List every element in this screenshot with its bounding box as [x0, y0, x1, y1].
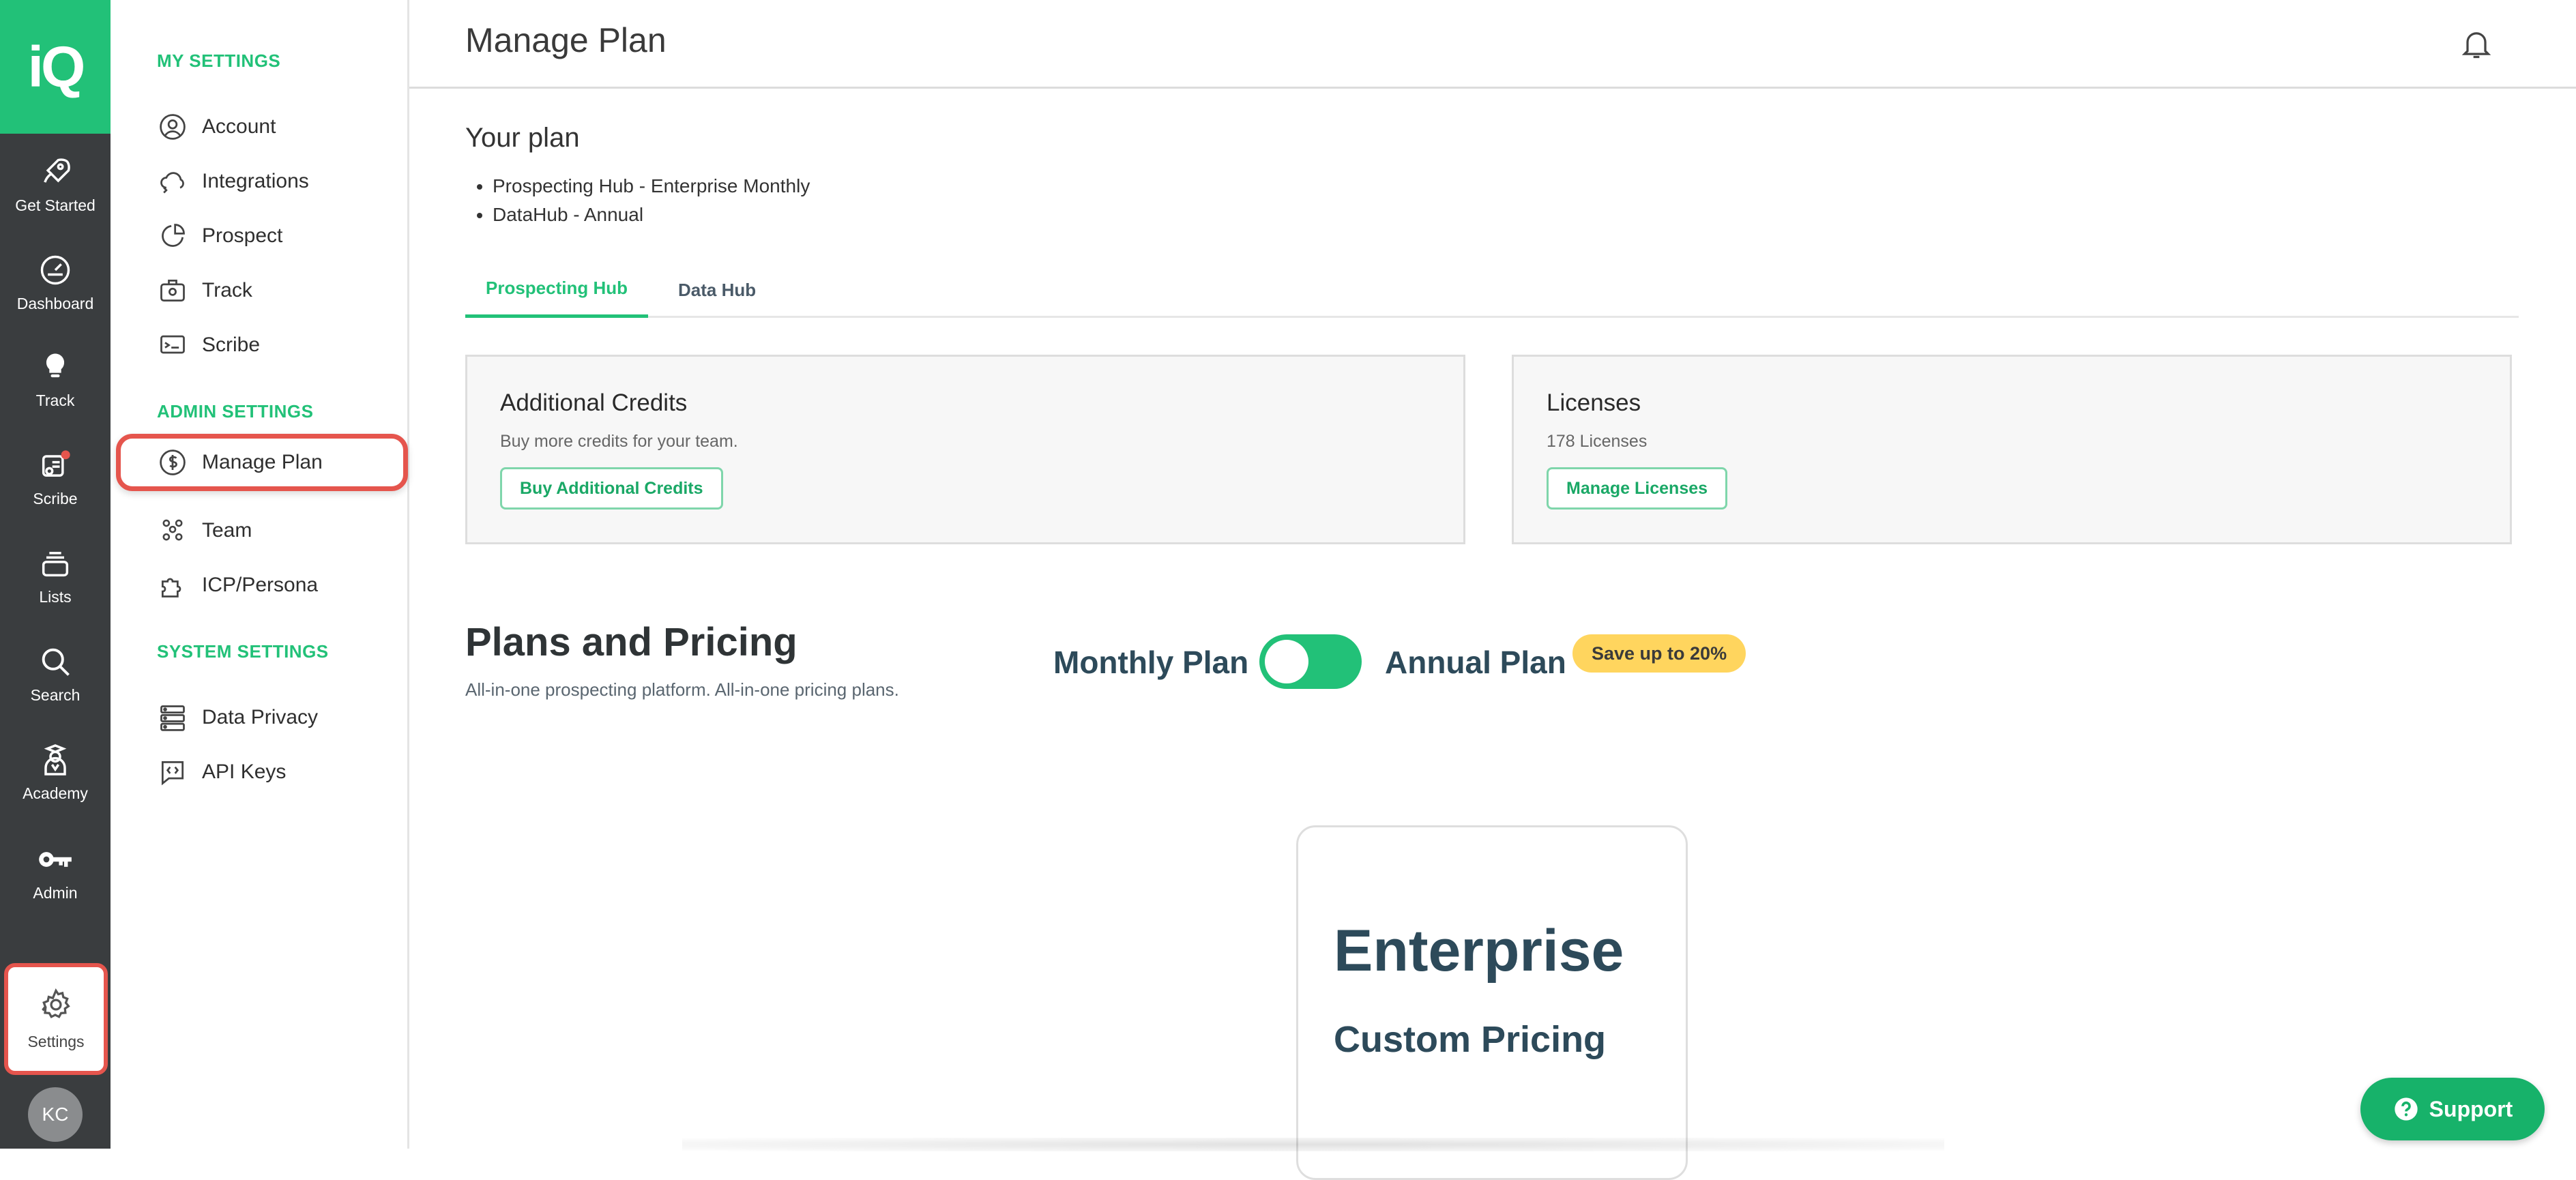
plan-list-item: Prospecting Hub - Enterprise Monthly [493, 172, 810, 201]
plan-price: Custom Pricing [1334, 1019, 1607, 1060]
rail-item-label: Settings [27, 1033, 85, 1050]
tab-data-hub[interactable]: Data Hub [658, 262, 776, 318]
support-button[interactable]: Support [2360, 1078, 2545, 1140]
card-subtitle: Buy more credits for your team. [500, 432, 738, 451]
rail-item-label: Admin [33, 884, 78, 902]
licenses-card: Licenses 178 Licenses Manage Licenses [1512, 355, 2512, 544]
sidebar-item-label: Team [202, 519, 252, 542]
chart-arc-icon [157, 220, 188, 252]
settings-sidebar: MY SETTINGS Account Integrations Prospec… [111, 0, 409, 1149]
stack-icon [35, 543, 76, 584]
avatar[interactable]: KC [28, 1087, 83, 1142]
briefcase-icon [157, 275, 188, 306]
page-title: Manage Plan [465, 21, 667, 59]
sidebar-item-team[interactable]: Team [157, 510, 252, 551]
cloud-sync-icon [157, 166, 188, 197]
annual-plan-label: Annual Plan [1385, 645, 1566, 680]
plans-pricing-subtitle: All-in-one prospecting platform. All-in-… [465, 679, 899, 700]
user-circle-icon [157, 111, 188, 143]
sidebar-item-prospect[interactable]: Prospect [157, 216, 282, 256]
sidebar-item-label: Integrations [202, 170, 309, 192]
rail-item-label: Dashboard [16, 295, 94, 312]
puzzle-icon [157, 570, 188, 601]
sidebar-item-account[interactable]: Account [157, 106, 276, 147]
sidebar-item-manage-plan[interactable]: Manage Plan [116, 434, 408, 491]
sidebar-item-label: Account [202, 115, 276, 138]
my-settings-heading: MY SETTINGS [157, 50, 281, 71]
dollar-circle-icon [157, 447, 188, 478]
sidebar-item-label: ICP/Persona [202, 574, 319, 596]
rail-item-label: Scribe [33, 490, 78, 507]
rail-item-admin[interactable]: Admin [0, 839, 111, 902]
card-subtitle: 178 Licenses [1547, 432, 1648, 451]
rail-item-settings[interactable]: Settings [4, 963, 108, 1075]
team-icon [157, 515, 188, 546]
sidebar-item-icp-persona[interactable]: ICP/Persona [157, 565, 318, 606]
top-bar: Manage Plan [409, 0, 2576, 89]
app-logo[interactable]: iQ [0, 0, 111, 134]
support-label: Support [2429, 1096, 2513, 1121]
sidebar-item-label: API Keys [202, 761, 287, 783]
rail-item-label: Academy [23, 784, 88, 802]
bell-icon[interactable] [2459, 26, 2494, 61]
toggle-knob [1265, 640, 1308, 683]
rail-item-dashboard[interactable]: Dashboard [0, 250, 111, 313]
rocket-icon [35, 151, 76, 192]
plan-name: Enterprise [1334, 918, 1624, 984]
card-title: Additional Credits [500, 389, 688, 416]
sidebar-item-integrations[interactable]: Integrations [157, 161, 309, 202]
rail-item-get-started[interactable]: Get Started [0, 151, 111, 215]
help-circle-icon [2392, 1095, 2420, 1123]
gear-icon [38, 987, 74, 1026]
scroll-shadow [682, 1138, 1944, 1151]
rail-item-lists[interactable]: Lists [0, 543, 111, 606]
rail-item-label: Search [30, 686, 80, 704]
manage-licenses-button[interactable]: Manage Licenses [1547, 467, 1728, 510]
logo-text: iQ [27, 34, 86, 99]
code-bubble-icon [157, 756, 188, 788]
server-icon [157, 702, 188, 733]
sidebar-item-label: Track [202, 279, 252, 301]
card-title: Licenses [1547, 389, 1641, 416]
left-rail: iQ Get Started Dashboard Track Scribe Li… [0, 0, 111, 1149]
key-icon [35, 839, 76, 880]
your-plan-heading: Your plan [465, 123, 580, 153]
gauge-icon [35, 250, 76, 291]
rail-item-academy[interactable]: Academy [0, 739, 111, 803]
sidebar-item-track[interactable]: Track [157, 270, 252, 311]
plan-billing-toggle[interactable] [1259, 634, 1362, 689]
sidebar-item-label: Manage Plan [202, 451, 323, 473]
plan-list-item: DataHub - Annual [493, 201, 810, 229]
rail-item-scribe[interactable]: Scribe [0, 445, 111, 508]
rail-item-label: Track [35, 392, 75, 409]
rail-item-search[interactable]: Search [0, 641, 111, 705]
admin-settings-heading: ADMIN SETTINGS [157, 401, 314, 422]
plan-list: Prospecting Hub - Enterprise Monthly Dat… [478, 172, 810, 229]
sidebar-item-api-keys[interactable]: API Keys [157, 752, 286, 793]
sidebar-item-scribe[interactable]: Scribe [157, 325, 260, 366]
search-icon [35, 641, 76, 682]
buy-additional-credits-button[interactable]: Buy Additional Credits [500, 467, 723, 510]
save-badge: Save up to 20% [1572, 634, 1746, 673]
tab-prospecting-hub[interactable]: Prospecting Hub [465, 262, 649, 318]
enterprise-plan-card[interactable]: Enterprise Custom Pricing [1296, 825, 1688, 1180]
plan-tabs: Prospecting Hub Data Hub [465, 262, 2519, 318]
plans-pricing-title: Plans and Pricing [465, 620, 797, 664]
rail-item-label: Get Started [15, 196, 96, 214]
rail-item-label: Lists [39, 588, 72, 606]
sidebar-item-label: Prospect [202, 224, 283, 247]
system-settings-heading: SYSTEM SETTINGS [157, 641, 329, 662]
message-icon [157, 329, 188, 361]
sidebar-item-label: Data Privacy [202, 706, 319, 728]
rail-item-track[interactable]: Track [0, 346, 111, 410]
sidebar-item-label: Scribe [202, 334, 261, 356]
lightbulb-icon [35, 346, 76, 387]
sidebar-item-data-privacy[interactable]: Data Privacy [157, 697, 318, 738]
scribe-icon [35, 445, 76, 486]
graduate-icon [35, 739, 76, 780]
monthly-plan-label: Monthly Plan [1053, 645, 1249, 680]
additional-credits-card: Additional Credits Buy more credits for … [465, 355, 1465, 544]
